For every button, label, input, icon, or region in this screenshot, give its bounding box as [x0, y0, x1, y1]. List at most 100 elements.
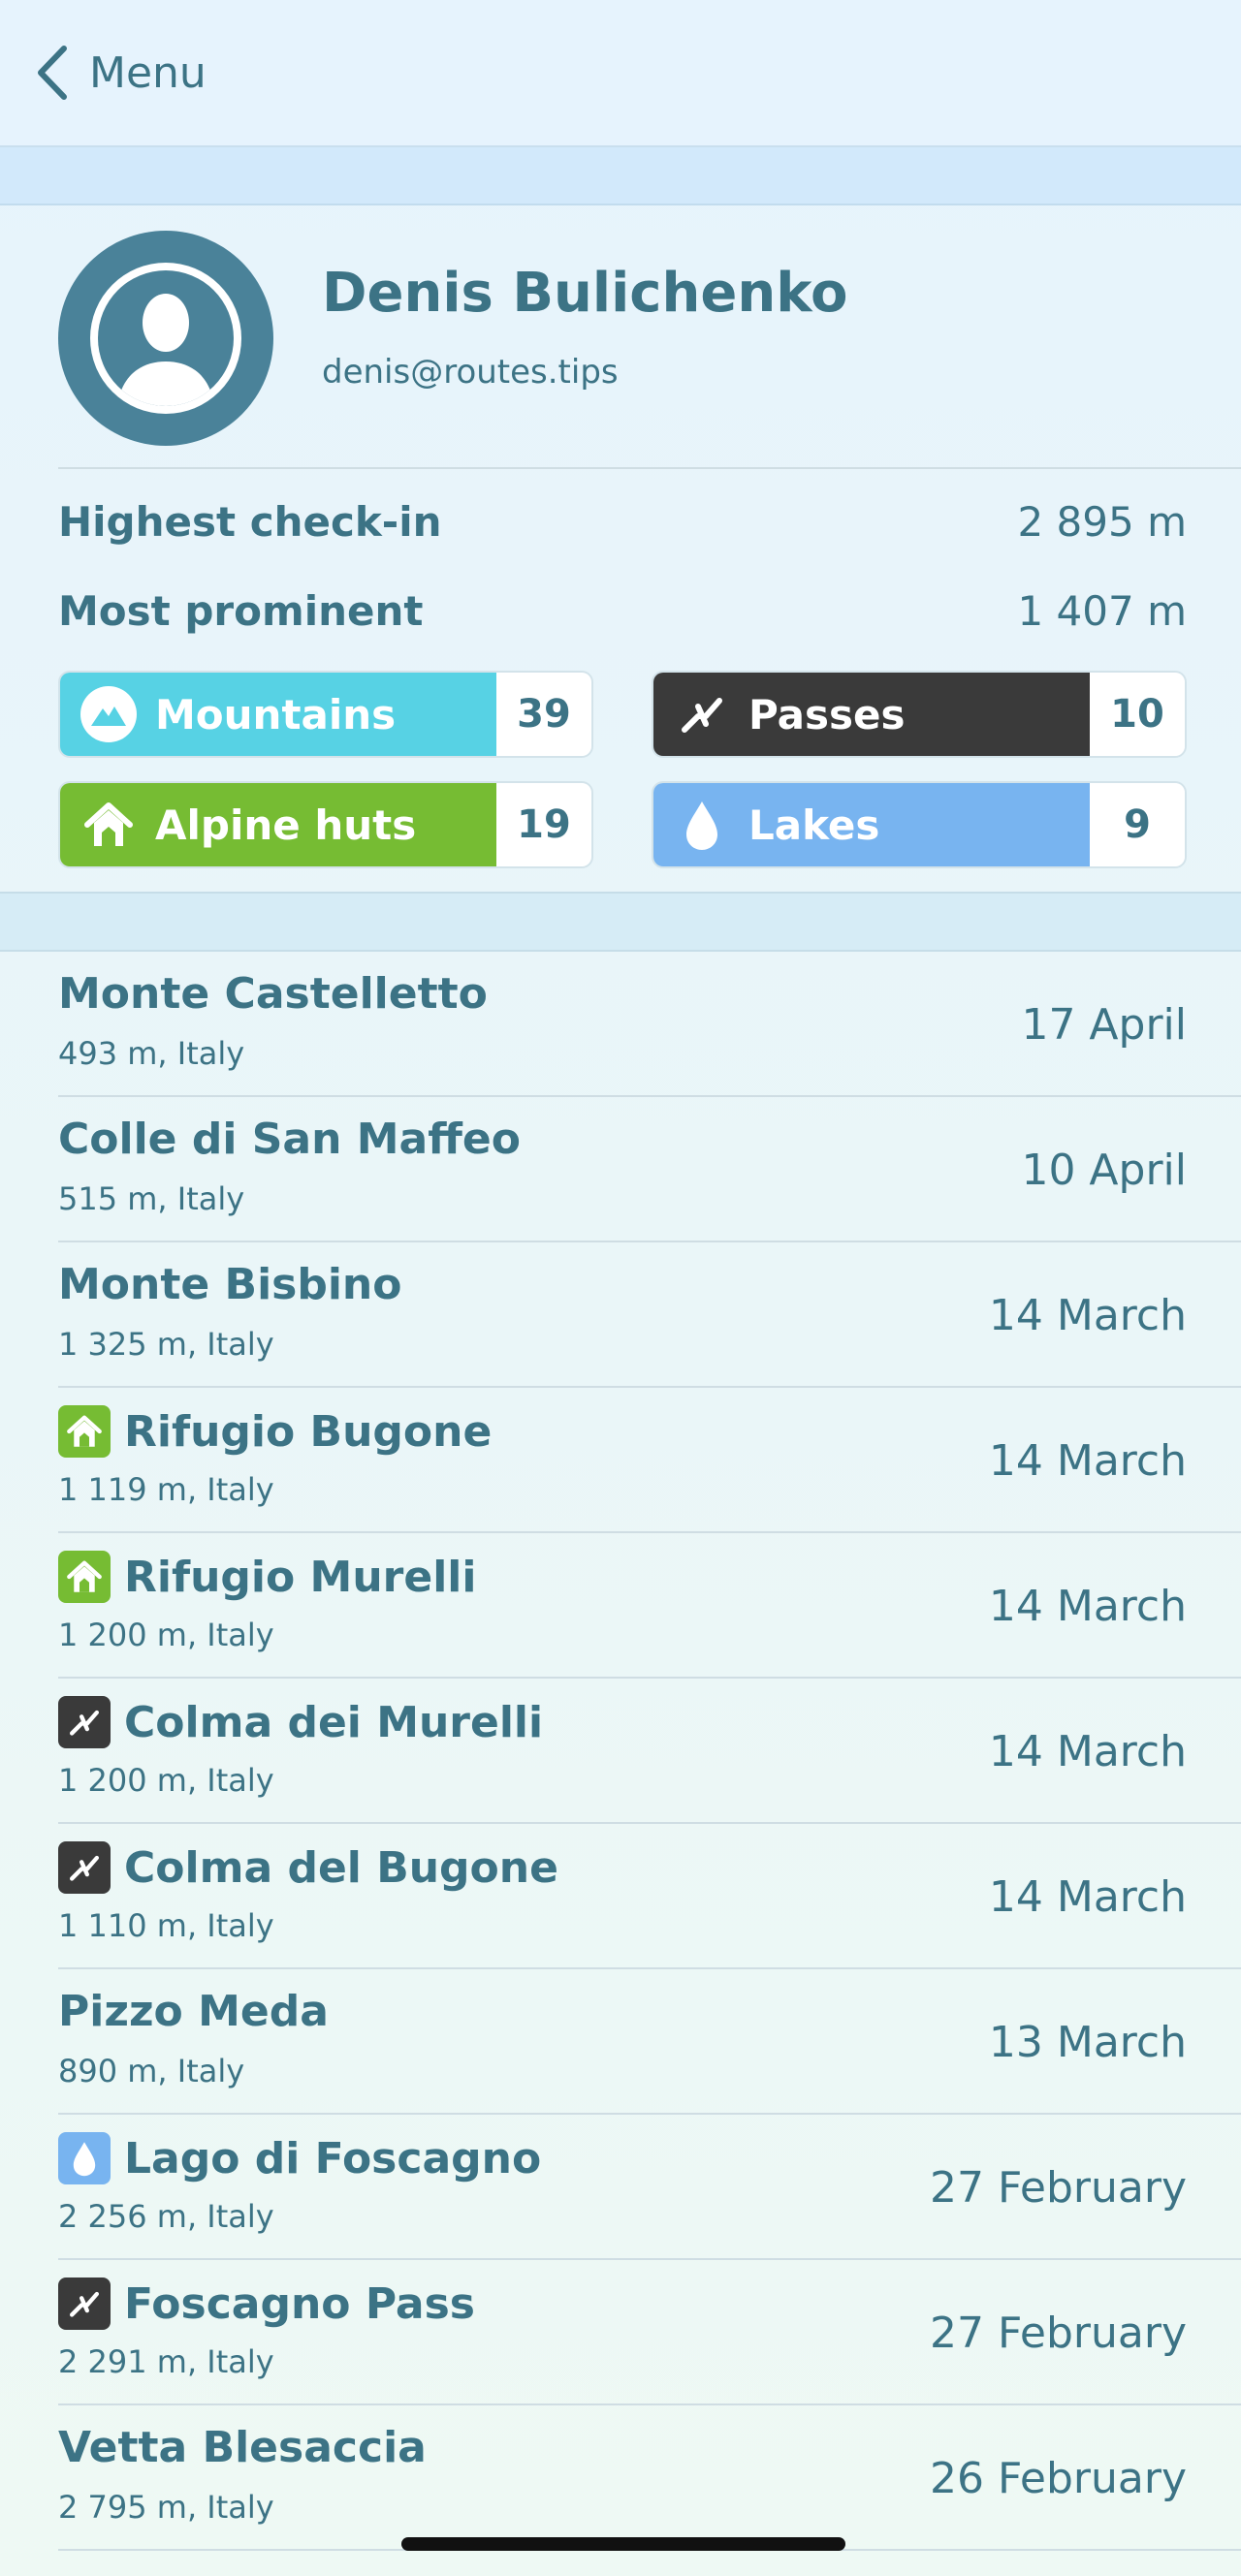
highest-checkin-value: 2 895 m — [1017, 497, 1187, 546]
checkin-subtitle: 2 291 m, Italy — [58, 2343, 274, 2380]
back-button[interactable]: Menu — [35, 45, 207, 101]
checkin-title: Pizzo Meda — [58, 1987, 329, 2036]
checkin-subtitle: 515 m, Italy — [58, 1180, 245, 1217]
drop-icon — [673, 796, 731, 854]
checkin-name: Foscagno Pass — [124, 2278, 475, 2329]
checkin-title: Colma dei Murelli — [58, 1696, 543, 1748]
checkin-name: Rifugio Murelli — [124, 1552, 477, 1602]
checkin-title: Colma del Bugone — [58, 1841, 558, 1894]
checkin-subtitle: 1 200 m, Italy — [58, 1617, 274, 1653]
chevron-left-icon — [38, 46, 67, 100]
category-mountains-count: 39 — [496, 673, 591, 756]
checkin-name: Monte Bisbino — [58, 1260, 402, 1309]
checkin-date: 26 February — [930, 2454, 1187, 2503]
hut-icon — [58, 1405, 111, 1458]
header-band — [0, 147, 1241, 205]
highest-checkin-row: Highest check-in 2 895 m — [58, 490, 1187, 552]
category-alpine-huts-main: Alpine huts — [60, 783, 496, 866]
checkin-subtitle: 2 795 m, Italy — [58, 2489, 274, 2526]
home-indicator — [401, 2537, 845, 2551]
category-passes[interactable]: Passes 10 — [652, 671, 1187, 758]
checkin-row[interactable]: Monte Castelletto 493 m, Italy 17 April — [58, 952, 1241, 1097]
checkin-row[interactable]: Lago di Foscagno 2 256 m, Italy 27 Februar… — [58, 2115, 1241, 2260]
section-band — [0, 892, 1241, 952]
checkin-list: Monte Castelletto 493 m, Italy 17 April Col… — [0, 952, 1241, 2551]
profile-name: Denis Bulichenko — [322, 262, 848, 325]
category-alpine-huts[interactable]: Alpine huts 19 — [58, 781, 593, 868]
checkin-title: Lago di Foscagno — [58, 2132, 541, 2184]
checkin-name: Rifugio Bugone — [124, 1406, 493, 1457]
pass-icon — [58, 2278, 111, 2330]
checkin-title: Rifugio Bugone — [58, 1405, 492, 1458]
category-lakes-label: Lakes — [748, 801, 880, 849]
checkin-name: Colma dei Murelli — [124, 1697, 544, 1747]
checkin-subtitle: 1 200 m, Italy — [58, 1762, 274, 1799]
checkin-row[interactable]: Colma del Bugone 1 110 m, Italy 14 March — [58, 1824, 1241, 1969]
checkin-row[interactable]: Foscagno Pass 2 291 m, Italy 27 February — [58, 2260, 1241, 2405]
checkin-row[interactable]: Vetta Blesaccia 2 795 m, Italy 26 February — [58, 2405, 1241, 2551]
back-label: Menu — [89, 47, 207, 98]
category-alpine-huts-count: 19 — [496, 783, 591, 866]
hut-icon — [80, 796, 138, 854]
checkin-title: Vetta Blesaccia — [58, 2423, 427, 2472]
checkin-title: Colle di San Maffeo — [58, 1115, 521, 1164]
most-prominent-label: Most prominent — [58, 586, 424, 635]
mountain-icon — [80, 685, 138, 743]
category-mountains-label: Mountains — [155, 690, 397, 738]
checkin-name: Colma del Bugone — [124, 1842, 558, 1893]
checkin-date: 17 April — [1021, 1000, 1187, 1050]
checkin-row[interactable]: Rifugio Bugone 1 119 m, Italy 14 March — [58, 1388, 1241, 1533]
checkin-name: Lago di Foscagno — [124, 2133, 542, 2183]
checkin-date: 14 March — [988, 1436, 1187, 1486]
hut-icon — [58, 1551, 111, 1603]
checkin-date: 14 March — [988, 1582, 1187, 1631]
checkin-name: Monte Castelletto — [58, 969, 488, 1019]
category-passes-count: 10 — [1090, 673, 1185, 756]
checkin-date: 27 February — [930, 2163, 1187, 2213]
checkin-date: 27 February — [930, 2309, 1187, 2358]
category-alpine-huts-label: Alpine huts — [155, 801, 417, 849]
checkin-subtitle: 1 119 m, Italy — [58, 1471, 274, 1508]
checkin-row[interactable]: Monte Bisbino 1 325 m, Italy 14 March — [58, 1242, 1241, 1388]
most-prominent-row: Most prominent 1 407 m — [58, 580, 1187, 642]
checkin-name: Pizzo Meda — [58, 1987, 329, 2036]
category-lakes[interactable]: Lakes 9 — [652, 781, 1187, 868]
checkin-title: Foscagno Pass — [58, 2278, 475, 2330]
pass-icon — [58, 1696, 111, 1748]
pass-icon — [58, 1841, 111, 1894]
divider — [58, 467, 1241, 469]
profile-header: Denis Bulichenko denis@routes.tips — [0, 205, 1241, 467]
checkin-date: 10 April — [1021, 1146, 1187, 1195]
avatar[interactable] — [58, 231, 273, 446]
category-mountains[interactable]: Mountains 39 — [58, 671, 593, 758]
category-lakes-count: 9 — [1090, 783, 1185, 866]
category-passes-label: Passes — [748, 690, 906, 738]
checkin-row[interactable]: Colle di San Maffeo 515 m, Italy 10 April — [58, 1097, 1241, 1242]
pass-icon — [673, 685, 731, 743]
drop-icon — [58, 2132, 111, 2184]
nav-bar: Menu — [0, 0, 1241, 147]
checkin-subtitle: 1 325 m, Italy — [58, 1326, 274, 1363]
checkin-date: 13 March — [988, 2018, 1187, 2067]
category-lakes-main: Lakes — [653, 783, 1090, 866]
highest-checkin-label: Highest check-in — [58, 497, 442, 546]
checkin-date: 14 March — [988, 1727, 1187, 1776]
category-mountains-main: Mountains — [60, 673, 496, 756]
profile-email: denis@routes.tips — [322, 353, 619, 392]
checkin-name: Vetta Blesaccia — [58, 2423, 427, 2472]
checkin-date: 14 March — [988, 1291, 1187, 1340]
checkin-row[interactable]: Colma dei Murelli 1 200 m, Italy 14 March — [58, 1679, 1241, 1824]
checkin-subtitle: 890 m, Italy — [58, 2053, 245, 2089]
most-prominent-value: 1 407 m — [1017, 586, 1187, 635]
checkin-subtitle: 493 m, Italy — [58, 1035, 245, 1072]
user-icon — [90, 263, 241, 414]
checkin-date: 14 March — [988, 1872, 1187, 1922]
checkin-name: Colle di San Maffeo — [58, 1115, 521, 1164]
checkin-title: Monte Castelletto — [58, 969, 488, 1019]
checkin-row[interactable]: Pizzo Meda 890 m, Italy 13 March — [58, 1969, 1241, 2115]
checkin-title: Rifugio Murelli — [58, 1551, 476, 1603]
checkin-title: Monte Bisbino — [58, 1260, 401, 1309]
checkin-subtitle: 2 256 m, Italy — [58, 2198, 274, 2235]
category-passes-main: Passes — [653, 673, 1090, 756]
checkin-row[interactable]: Rifugio Murelli 1 200 m, Italy 14 March — [58, 1533, 1241, 1679]
